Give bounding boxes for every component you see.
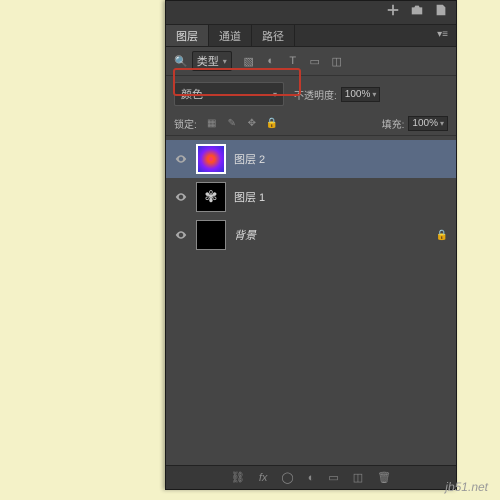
chevron-down-icon: ▾ xyxy=(223,57,227,66)
group-icon[interactable]: ▭ xyxy=(328,471,338,484)
trash-icon[interactable]: 🗑 xyxy=(377,471,391,484)
opacity-input[interactable]: 100% ▾ xyxy=(341,87,381,102)
filter-adjust-icon[interactable]: ◐ xyxy=(264,54,278,68)
watermark: jb51.net xyxy=(445,480,488,494)
fill-value: 100% xyxy=(412,118,438,129)
layers-list: 图层 2 ✾ 图层 1 背景 🔒 xyxy=(166,136,456,258)
mask-icon[interactable]: ◯ xyxy=(281,471,293,484)
chevron-down-icon: ▾ xyxy=(440,119,444,128)
document-icon[interactable] xyxy=(434,3,448,22)
layers-panel: 图层 通道 路径 ▾≡ 🔍 类型 ▾ ▧ ◐ T ▭ ◫ 颜色 ▾ 不透明度: … xyxy=(165,0,457,490)
filter-pixel-icon[interactable]: ▧ xyxy=(242,54,256,68)
filter-kind-label: 类型 xyxy=(197,53,219,69)
lock-transparent-icon[interactable]: ▦ xyxy=(205,117,219,131)
new-layer-icon[interactable]: ◫ xyxy=(353,471,363,484)
filter-shape-icon[interactable]: ▭ xyxy=(308,54,322,68)
fill-label: 填充: xyxy=(382,116,405,131)
layer-name[interactable]: 图层 2 xyxy=(234,151,265,167)
layer-name[interactable]: 图层 1 xyxy=(234,189,265,205)
opacity-label: 不透明度: xyxy=(294,87,337,102)
tab-channels[interactable]: 通道 xyxy=(209,25,252,46)
panel-menu-icon[interactable]: ▾≡ xyxy=(429,25,456,46)
filter-type-icons: ▧ ◐ T ▭ ◫ xyxy=(242,54,344,68)
filter-smart-icon[interactable]: ◫ xyxy=(330,54,344,68)
layer-thumbnail[interactable]: ✾ xyxy=(196,182,226,212)
lock-pixels-icon[interactable]: ✎ xyxy=(225,117,239,131)
chevron-down-icon: ▾ xyxy=(273,90,277,99)
blend-mode-select[interactable]: 颜色 ▾ xyxy=(174,82,284,106)
add-icon[interactable] xyxy=(386,3,400,22)
fx-icon[interactable]: fx xyxy=(259,472,268,484)
layer-thumbnail[interactable] xyxy=(196,220,226,250)
fill-input[interactable]: 100% ▾ xyxy=(408,116,448,131)
adjustment-icon[interactable]: ◐ xyxy=(308,472,315,484)
opacity-value: 100% xyxy=(345,89,371,100)
link-layers-icon[interactable]: ⛓ xyxy=(231,471,245,484)
visibility-toggle[interactable] xyxy=(174,152,188,166)
camera-icon[interactable] xyxy=(410,3,424,22)
visibility-toggle[interactable] xyxy=(174,228,188,242)
layer-name[interactable]: 背景 xyxy=(234,227,256,243)
filter-type-icon[interactable]: T xyxy=(286,54,300,68)
visibility-toggle[interactable] xyxy=(174,190,188,204)
layer-row[interactable]: 图层 2 xyxy=(166,140,456,178)
tab-paths[interactable]: 路径 xyxy=(252,25,295,46)
lock-icons: ▦ ✎ ✥ 🔒 xyxy=(205,117,279,131)
search-icon[interactable]: 🔍 xyxy=(174,55,188,68)
blend-mode-value: 颜色 xyxy=(181,86,203,102)
filter-row: 🔍 类型 ▾ ▧ ◐ T ▭ ◫ xyxy=(166,47,456,76)
lock-row: 锁定: ▦ ✎ ✥ 🔒 填充: 100% ▾ xyxy=(166,112,456,136)
panel-topbar xyxy=(166,1,456,25)
chevron-down-icon: ▾ xyxy=(372,90,376,99)
lock-all-icon[interactable]: 🔒 xyxy=(265,117,279,131)
layer-row[interactable]: 背景 🔒 xyxy=(166,216,456,254)
panel-bottombar: ⛓ fx ◯ ◐ ▭ ◫ 🗑 xyxy=(166,465,456,489)
lock-icon: 🔒 xyxy=(436,230,448,241)
blend-row: 颜色 ▾ 不透明度: 100% ▾ xyxy=(166,76,456,112)
filter-kind-select[interactable]: 类型 ▾ xyxy=(192,51,232,71)
tab-layers[interactable]: 图层 xyxy=(166,25,209,46)
layer-thumbnail[interactable] xyxy=(196,144,226,174)
panel-tabs: 图层 通道 路径 ▾≡ xyxy=(166,25,456,47)
layer-row[interactable]: ✾ 图层 1 xyxy=(166,178,456,216)
lock-label: 锁定: xyxy=(174,116,197,131)
lock-position-icon[interactable]: ✥ xyxy=(245,117,259,131)
